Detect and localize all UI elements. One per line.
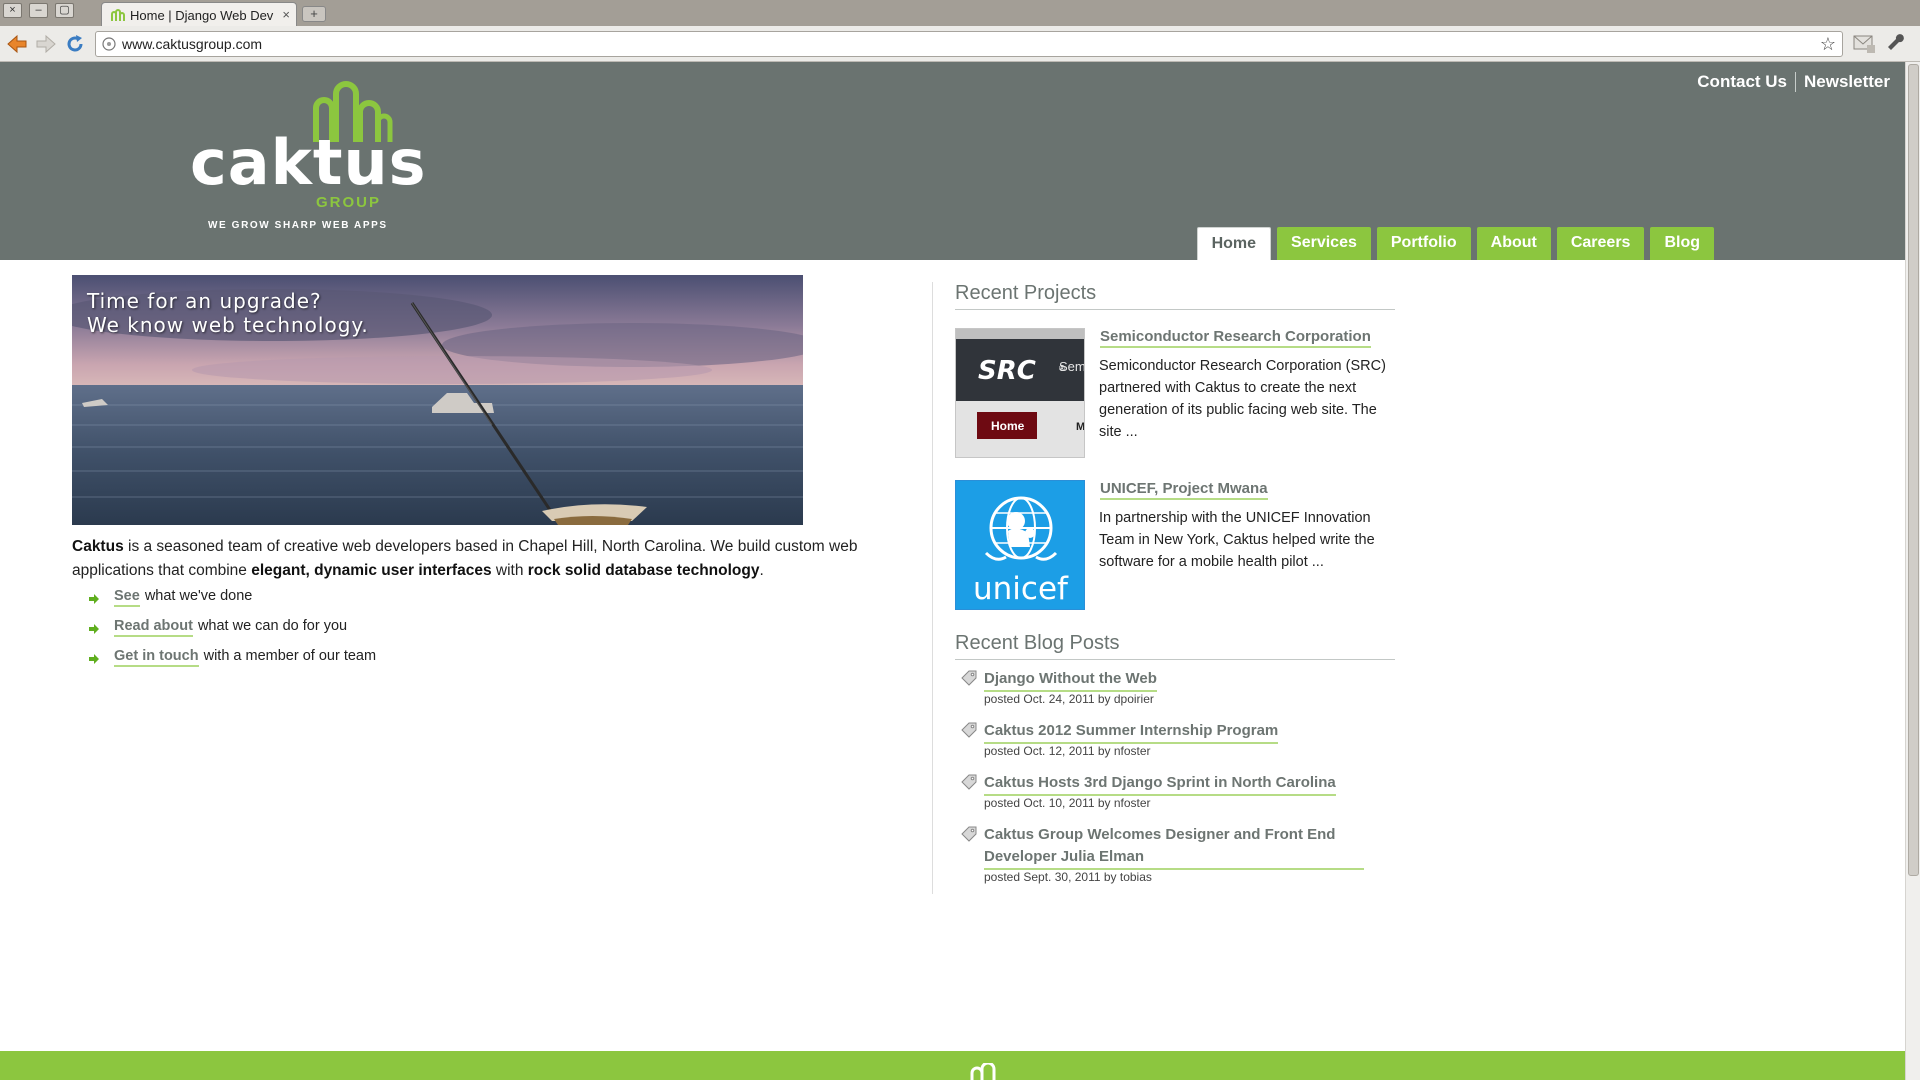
url-text: www.caktusgroup.com [122, 36, 263, 52]
green-arrow-icon [89, 594, 99, 604]
window-close-button[interactable]: × [3, 3, 22, 18]
wrench-menu-icon[interactable] [1887, 33, 1907, 53]
mail-extension-icon[interactable] [1853, 33, 1875, 53]
nav-home[interactable]: Home [1196, 227, 1272, 260]
back-button[interactable] [4, 31, 30, 57]
page-scrollbar[interactable] [1905, 62, 1920, 1080]
column-divider [932, 282, 933, 894]
browser-tab[interactable]: Home | Django Web Dev × [101, 2, 297, 26]
green-arrow-icon [89, 654, 99, 664]
project-item-unicef: unicef UNICEF, Project Mwana In partners… [955, 480, 1395, 610]
blog-post-meta: posted Sept. 30, 2011 by tobias [984, 870, 1152, 884]
blog-post-title-link[interactable]: Caktus Group Welcomes Designer and Front… [984, 824, 1364, 870]
list-item: Read about what we can do for you [88, 618, 376, 648]
read-about-services-link[interactable]: Read about [114, 618, 193, 637]
site-header: caktus GROUP WE GROW SHARP WEB APPS Cont… [0, 62, 1905, 260]
logo-tagline: WE GROW SHARP WEB APPS [208, 220, 388, 231]
project-title-link[interactable]: UNICEF, Project Mwana [1100, 480, 1268, 500]
browser-toolbar: www.caktusgroup.com ☆ [0, 26, 1920, 62]
bullet-text: with a member of our team [203, 648, 377, 664]
unicef-thumbnail[interactable]: unicef [955, 480, 1085, 610]
blog-post-meta: posted Oct. 10, 2011 by nfoster [984, 796, 1151, 810]
src-thumb-m: M [1076, 421, 1085, 433]
list-item: See what we've done [88, 588, 376, 618]
project-title-link[interactable]: Semiconductor Research Corporation [1100, 328, 1371, 348]
src-thumb-text: Sem [1059, 359, 1085, 374]
unicef-logo-image: unicef [956, 481, 1084, 609]
browser-tab-bar: × – ▢ Home | Django Web Dev × + [0, 0, 1920, 26]
intro-company-name: Caktus [72, 538, 124, 555]
recent-blog-posts-heading: Recent Blog Posts [955, 632, 1395, 660]
tag-icon [961, 774, 977, 790]
src-thumbnail[interactable]: SRC ® Sem Home M [955, 328, 1085, 458]
get-in-touch-link[interactable]: Get in touch [114, 648, 199, 667]
unicef-thumb-text: unicef [973, 571, 1069, 607]
tag-icon [961, 722, 977, 738]
utility-divider [1795, 72, 1797, 92]
utility-links: Contact Us Newsletter [1697, 72, 1890, 92]
footer-logo-sprout-icon [970, 1063, 996, 1080]
window-maximize-button[interactable]: ▢ [55, 3, 74, 18]
logo-wordmark: caktus [190, 126, 427, 199]
reload-icon [67, 35, 83, 52]
intro-paragraph: Caktus is a seasoned team of creative we… [72, 535, 892, 583]
project-description: Semiconductor Research Corporation (SRC)… [1099, 358, 1386, 440]
tab-title: Home | Django Web Dev [130, 8, 274, 23]
tab-close-icon[interactable]: × [282, 7, 290, 22]
tag-icon [961, 670, 977, 686]
new-tab-button[interactable]: + [302, 6, 326, 22]
contact-us-link[interactable]: Contact Us [1697, 72, 1787, 92]
blog-post-meta: posted Oct. 24, 2011 by dpoirier [984, 692, 1154, 706]
hero-line-1: Time for an upgrade? [87, 289, 322, 313]
nav-about[interactable]: About [1476, 227, 1551, 260]
intro-links-list: See what we've done Read about what we c… [88, 588, 376, 678]
address-bar[interactable]: www.caktusgroup.com ☆ [95, 31, 1843, 57]
nav-careers[interactable]: Careers [1556, 227, 1645, 260]
hero-tagline: Time for an upgrade? We know web technol… [87, 289, 369, 337]
logo-group-text: GROUP [316, 194, 382, 211]
caktus-logo[interactable]: caktus GROUP WE GROW SHARP WEB APPS [190, 78, 426, 231]
caktus-favicon-icon [111, 9, 125, 21]
bullet-text: what we can do for you [197, 618, 348, 634]
nav-portfolio[interactable]: Portfolio [1376, 227, 1471, 260]
window-minimize-button[interactable]: – [29, 3, 48, 18]
intro-emphasis-2: rock solid database technology [527, 562, 760, 579]
project-item-src: SRC ® Sem Home M Semiconductor Research … [955, 328, 1395, 458]
tag-icon [961, 826, 977, 842]
bullet-text: what we've done [144, 588, 253, 604]
reload-button[interactable] [62, 31, 88, 57]
list-item: Get in touch with a member of our team [88, 648, 376, 678]
intro-text-2: with [491, 562, 528, 579]
nav-services[interactable]: Services [1277, 227, 1371, 260]
project-description: In partnership with the UNICEF Innovatio… [1099, 510, 1375, 570]
intro-text-3: . [759, 562, 764, 579]
blog-post-title-link[interactable]: Django Without the Web [984, 668, 1157, 692]
forward-arrow-icon [36, 34, 56, 54]
intro-emphasis-1: elegant, dynamic user interfaces [251, 562, 492, 579]
footer-bar [0, 1051, 1905, 1080]
hero-banner[interactable]: Time for an upgrade? We know web technol… [72, 275, 803, 525]
main-nav: Home Services Portfolio About Careers Bl… [1191, 227, 1714, 260]
blog-post-title-link[interactable]: Caktus Hosts 3rd Django Sprint in North … [984, 772, 1336, 796]
src-thumb-home: Home [991, 419, 1025, 433]
green-arrow-icon [89, 624, 99, 634]
hero-line-2: We know web technology. [87, 313, 369, 337]
src-screenshot-image: SRC ® Sem Home M [956, 329, 1085, 457]
bookmark-star-icon[interactable]: ☆ [1820, 34, 1836, 55]
recent-projects-heading: Recent Projects [955, 282, 1395, 310]
page-info-icon [102, 37, 116, 51]
see-portfolio-link[interactable]: See [114, 588, 140, 607]
blog-post-title-link[interactable]: Caktus 2012 Summer Internship Program [984, 720, 1279, 744]
forward-button[interactable] [33, 31, 59, 57]
nav-blog[interactable]: Blog [1650, 227, 1714, 260]
back-arrow-icon [7, 34, 27, 54]
src-logo-text: SRC [978, 356, 1036, 386]
newsletter-link[interactable]: Newsletter [1804, 72, 1890, 92]
scrollbar-thumb[interactable] [1908, 64, 1919, 876]
sidebar: Recent Projects SRC ® Sem Home M Semicon… [955, 282, 1395, 884]
blog-post-meta: posted Oct. 12, 2011 by nfoster [984, 744, 1151, 758]
